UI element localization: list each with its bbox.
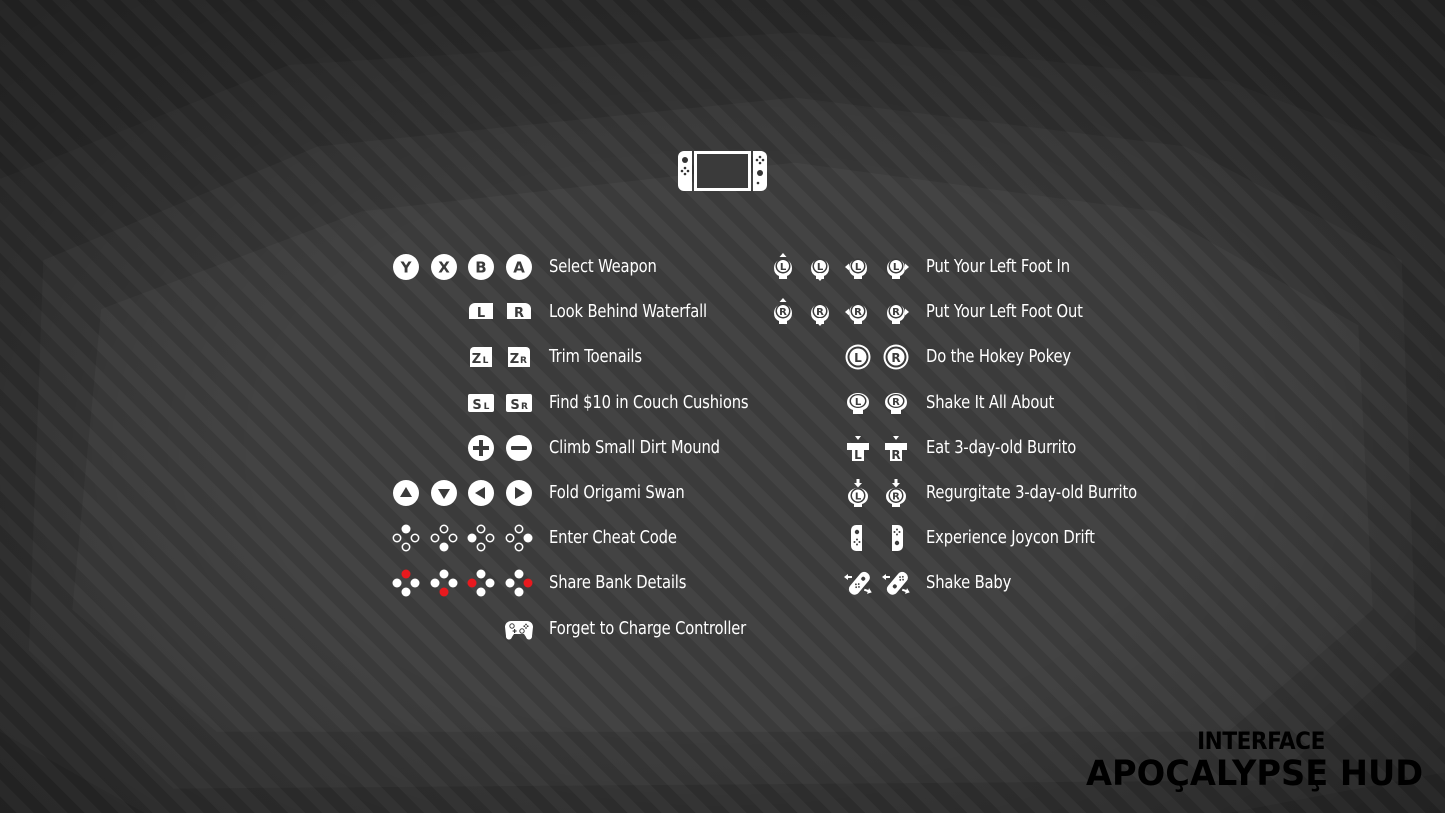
control-label: Eat 3-day-old Burrito xyxy=(926,437,1077,458)
l-bumper-icon: L xyxy=(466,297,496,327)
left-stick-down-icon: L xyxy=(805,252,835,282)
r-bumper-icon: R xyxy=(504,297,534,327)
control-label: Shake It All About xyxy=(926,392,1055,413)
right-stick-left-icon: R xyxy=(843,297,873,327)
brand-subtitle: INTERFACE xyxy=(1197,727,1325,755)
svg-text:L: L xyxy=(484,402,490,412)
face-bottom-icon xyxy=(429,523,459,553)
left-stick-up-icon: L xyxy=(768,252,798,282)
right-stick-icon: R xyxy=(881,342,911,372)
left-stick-click-icon: L xyxy=(843,478,873,508)
control-label: Put Your Left Foot Out xyxy=(926,301,1083,322)
a-button-icon: A xyxy=(504,252,534,282)
svg-text:R: R xyxy=(520,356,527,366)
svg-text:S: S xyxy=(510,398,519,413)
control-label: Look Behind Waterfall xyxy=(549,301,707,322)
svg-text:L: L xyxy=(854,351,862,365)
left-joycon-shake-icon xyxy=(843,568,873,598)
svg-text:Z: Z xyxy=(510,352,519,367)
y-button-icon: Y xyxy=(391,252,421,282)
svg-text:R: R xyxy=(891,448,900,462)
svg-text:R: R xyxy=(514,306,524,321)
control-label: Experience Joycon Drift xyxy=(926,527,1095,548)
control-label: Select Weapon xyxy=(549,256,657,277)
dpad-left-icon xyxy=(466,478,496,508)
dpad-down-icon xyxy=(429,478,459,508)
left-stick-left-icon: L xyxy=(843,252,873,282)
svg-text:Y: Y xyxy=(400,259,413,277)
face-right-red-icon xyxy=(504,568,534,598)
right-stick-click-icon: R xyxy=(881,478,911,508)
svg-text:L: L xyxy=(477,306,485,321)
control-label: Forget to Charge Controller xyxy=(549,618,747,639)
svg-text:R: R xyxy=(891,351,900,365)
pro-controller-icon xyxy=(504,614,534,644)
svg-text:Z: Z xyxy=(472,352,481,367)
right-stick-up-icon: R xyxy=(768,297,798,327)
dpad-up-icon xyxy=(391,478,421,508)
minus-button-icon xyxy=(504,433,534,463)
control-label: Shake Baby xyxy=(926,572,1012,593)
svg-text:B: B xyxy=(475,259,486,277)
control-label: Fold Origami Swan xyxy=(549,482,685,503)
sl-button-icon: SL xyxy=(466,388,496,418)
dpad-right-icon xyxy=(504,478,534,508)
svg-text:R: R xyxy=(892,397,900,408)
brand-title: APOÇALYPSȨ HUD xyxy=(1086,754,1424,794)
left-stick-right-icon: L xyxy=(881,252,911,282)
left-stick-icon: L xyxy=(843,342,873,372)
zr-trigger-icon: ZR xyxy=(504,342,534,372)
svg-text:R: R xyxy=(854,307,862,318)
svg-text:S: S xyxy=(472,398,481,413)
svg-text:L: L xyxy=(854,448,862,462)
svg-text:R: R xyxy=(779,307,787,318)
face-bottom-red-icon xyxy=(429,568,459,598)
right-stick-press-icon: R xyxy=(881,433,911,463)
svg-text:L: L xyxy=(817,262,824,273)
left-stick-rotate-icon: L xyxy=(843,388,873,418)
svg-text:R: R xyxy=(892,307,900,318)
right-stick-down-icon: R xyxy=(805,297,835,327)
x-button-icon: X xyxy=(429,252,459,282)
zl-trigger-icon: ZL xyxy=(466,342,496,372)
svg-text:R: R xyxy=(816,307,824,318)
svg-text:R: R xyxy=(521,402,528,412)
control-label: Do the Hokey Pokey xyxy=(926,346,1071,367)
plus-button-icon xyxy=(466,433,496,463)
face-top-icon xyxy=(391,523,421,553)
left-stick-press-icon: L xyxy=(843,433,873,463)
control-label: Regurgitate 3-day-old Burrito xyxy=(926,482,1137,503)
svg-text:L: L xyxy=(893,262,900,273)
right-stick-rotate-icon: R xyxy=(881,388,911,418)
svg-text:R: R xyxy=(892,492,900,503)
face-left-icon xyxy=(466,523,496,553)
svg-text:X: X xyxy=(438,259,450,277)
control-label: Put Your Left Foot In xyxy=(926,256,1070,277)
control-label: Find $10 in Couch Cushions xyxy=(549,392,749,413)
right-joycon-shake-icon xyxy=(881,568,911,598)
left-joycon-icon xyxy=(843,523,873,553)
svg-text:L: L xyxy=(855,492,862,503)
right-stick-right-icon: R xyxy=(881,297,911,327)
control-label: Climb Small Dirt Mound xyxy=(549,437,720,458)
svg-text:L: L xyxy=(855,262,862,273)
face-top-red-icon xyxy=(391,568,421,598)
face-left-red-icon xyxy=(466,568,496,598)
svg-text:L: L xyxy=(483,356,489,366)
control-label: Share Bank Details xyxy=(549,572,687,593)
b-button-icon: B xyxy=(466,252,496,282)
nintendo-switch-console-icon xyxy=(678,151,767,191)
control-label: Trim Toenails xyxy=(549,346,642,367)
right-joycon-icon xyxy=(881,523,911,553)
sr-button-icon: SR xyxy=(504,388,534,418)
svg-text:L: L xyxy=(780,262,787,273)
control-label: Enter Cheat Code xyxy=(549,527,677,548)
svg-text:L: L xyxy=(855,397,862,408)
svg-text:A: A xyxy=(513,259,525,277)
face-right-icon xyxy=(504,523,534,553)
